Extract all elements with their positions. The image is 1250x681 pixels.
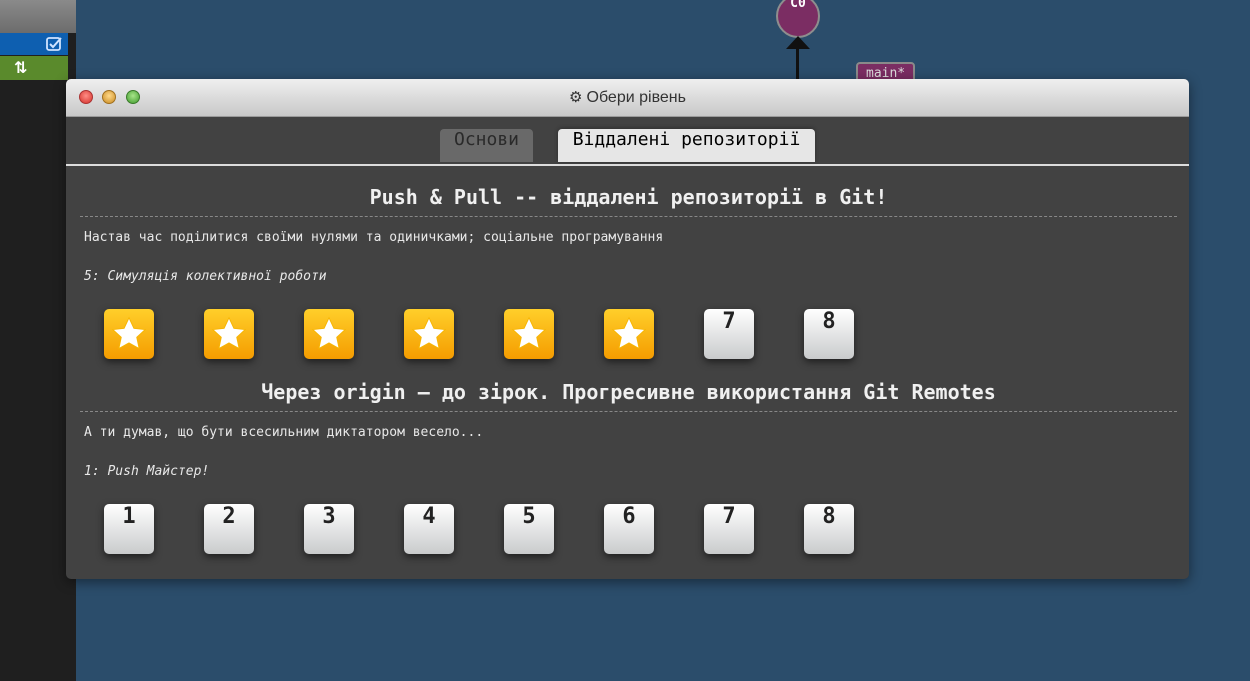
level-button-row: 12345678 xyxy=(104,504,904,554)
tab-bar: Основи Віддалені репозиторії xyxy=(66,117,1189,166)
selected-level-name: 1: Push Майстер! xyxy=(84,464,210,479)
dialog-title-text: Обери рівень xyxy=(586,89,686,106)
sync-arrows-icon[interactable]: ⇅ xyxy=(14,58,27,77)
sidebar-sync-row[interactable]: ⇅ xyxy=(0,56,68,80)
level-button[interactable]: 8 xyxy=(804,504,854,554)
level-button[interactable]: 6 xyxy=(604,504,654,554)
level-button-solved[interactable] xyxy=(404,309,454,359)
level-button[interactable]: 8 xyxy=(804,309,854,359)
title-bar: ⚙ Обери рівень xyxy=(66,79,1189,117)
level-button-solved[interactable] xyxy=(604,309,654,359)
section-divider xyxy=(80,411,1177,412)
level-button-solved[interactable] xyxy=(304,309,354,359)
level-button-solved[interactable] xyxy=(104,309,154,359)
star-icon xyxy=(110,316,148,357)
dialog-title: ⚙ Обери рівень xyxy=(66,88,1189,107)
level-button[interactable]: 2 xyxy=(204,504,254,554)
section-description: Настав час поділитися своїми нулями та о… xyxy=(84,230,664,245)
star-icon xyxy=(410,316,448,357)
commit-node: C0 xyxy=(776,0,820,38)
level-button[interactable]: 1 xyxy=(104,504,154,554)
level-button[interactable]: 7 xyxy=(704,504,754,554)
star-icon xyxy=(310,316,348,357)
level-button-solved[interactable] xyxy=(504,309,554,359)
checkbox-icon[interactable] xyxy=(46,36,62,56)
level-button[interactable]: 7 xyxy=(704,309,754,359)
selected-level-name: 5: Симуляція колективної роботи xyxy=(84,269,327,284)
section-description: А ти думав, що бути всесильним диктаторо… xyxy=(84,425,484,440)
section-title: Через origin – до зірок. Прогресивне вик… xyxy=(261,380,996,404)
sidebar: ⇅ xyxy=(0,0,76,681)
level-button[interactable]: 3 xyxy=(304,504,354,554)
level-button-row: 78 xyxy=(104,309,904,359)
level-button[interactable]: 5 xyxy=(504,504,554,554)
star-icon xyxy=(510,316,548,357)
section-title: Push & Pull -- віддалені репозиторії в G… xyxy=(369,185,888,209)
gear-icon: ⚙ xyxy=(569,88,583,106)
star-icon xyxy=(210,316,248,357)
level-select-dialog: ⚙ Обери рівень Основи Віддалені репозитор… xyxy=(66,79,1189,579)
sidebar-header xyxy=(0,0,76,33)
star-icon xyxy=(610,316,648,357)
tab-remote-repositories[interactable]: Віддалені репозиторії xyxy=(558,129,815,162)
level-button[interactable]: 4 xyxy=(404,504,454,554)
section-divider xyxy=(80,216,1177,217)
tab-basics[interactable]: Основи xyxy=(440,129,533,162)
level-button-solved[interactable] xyxy=(204,309,254,359)
sidebar-checkbox-row[interactable] xyxy=(0,33,68,55)
